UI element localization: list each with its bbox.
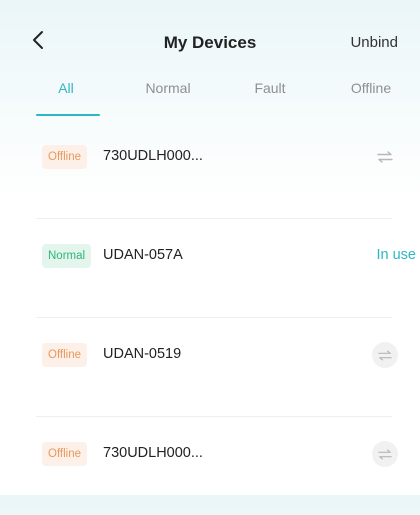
device-row[interactable]: Offline 730UDLH000... [36, 417, 398, 515]
back-button[interactable] [28, 28, 48, 52]
tab-normal[interactable]: Normal [145, 80, 190, 96]
switch-device-button[interactable] [372, 144, 398, 170]
device-row[interactable]: Offline UDAN-0519 [36, 318, 398, 417]
chevron-left-icon [33, 31, 43, 49]
tab-all[interactable]: All [58, 80, 74, 96]
tab-fault[interactable]: Fault [254, 80, 285, 96]
unbind-button[interactable]: Unbind [350, 34, 398, 51]
in-use-label[interactable]: In use [377, 247, 417, 263]
switch-icon [378, 350, 392, 360]
status-badge: Normal [42, 244, 92, 268]
status-badge: Offline [42, 343, 88, 367]
status-badge: Offline [42, 145, 88, 169]
switch-device-button[interactable] [372, 342, 398, 368]
device-name: UDAN-057A [103, 247, 183, 263]
active-tab-indicator [36, 114, 100, 116]
top-bar: My Devices Unbind [0, 0, 420, 84]
status-tabs: All Normal Fault Offline [0, 80, 420, 120]
switch-icon [377, 151, 393, 163]
status-badge: Offline [42, 442, 88, 466]
switch-device-button[interactable] [372, 441, 398, 467]
device-name: 730UDLH000... [103, 445, 203, 461]
device-list: Offline 730UDLH000... Normal UDAN-057A I… [0, 120, 420, 515]
switch-icon [378, 449, 392, 459]
device-row[interactable]: Offline 730UDLH000... [36, 120, 393, 219]
device-name: 730UDLH000... [103, 148, 203, 164]
device-row[interactable]: Normal UDAN-057A In use [36, 219, 416, 318]
tab-offline[interactable]: Offline [351, 80, 391, 96]
device-name: UDAN-0519 [103, 346, 182, 362]
